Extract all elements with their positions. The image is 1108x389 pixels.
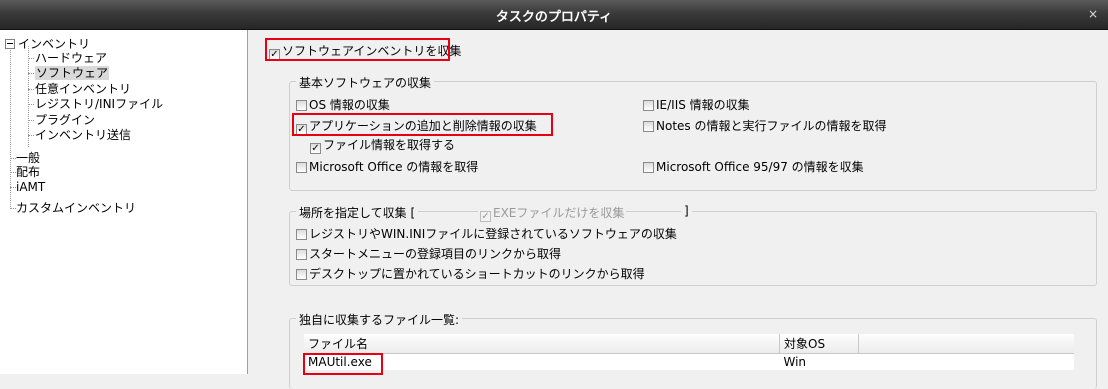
collapse-icon[interactable] <box>5 39 15 49</box>
checkbox-icon[interactable] <box>296 229 307 240</box>
column-header-target-os[interactable]: 対象OS <box>779 334 859 354</box>
checkbox-icon[interactable] <box>643 100 654 111</box>
software-settings-panel: ✓ ソフトウェアインベントリを収集 基本ソフトウェアの収集 OS 情報の収集 IE… <box>248 30 1108 389</box>
file-name-cell: MAUtil.exe <box>308 355 372 369</box>
file-info-label: ファイル情報を取得する <box>323 138 456 152</box>
tree-item-distribution[interactable]: 配布 <box>16 165 40 179</box>
app-addremove-label: アプリケーションの追加と削除情報の収集 <box>309 119 537 133</box>
start-menu-label: スタートメニューの登録項目のリンクから取得 <box>309 247 562 261</box>
collect-software-label: ソフトウェアインベントリを収集 <box>282 44 462 58</box>
checkbox-icon[interactable] <box>296 162 307 173</box>
tree-item-custom-inventory-global[interactable]: カスタムインベントリ <box>16 201 136 215</box>
app-addremove-checkbox[interactable]: ✓ アプリケーションの追加と削除情報の収集 <box>296 117 537 135</box>
checkbox-icon[interactable] <box>643 121 654 132</box>
office-label: Microsoft Office の情報を取得 <box>309 160 479 174</box>
tree-item-plugin[interactable]: プラグイン <box>35 113 95 127</box>
tree-line <box>28 46 29 147</box>
file-info-checkbox[interactable]: ✓ ファイル情報を取得する <box>310 136 455 154</box>
checkbox-icon[interactable] <box>296 100 307 111</box>
checkbox-icon[interactable]: ✓ <box>296 124 307 135</box>
tree-item-iamt[interactable]: iAMT <box>16 180 45 194</box>
notes-checkbox[interactable]: Notes の情報と実行ファイルの情報を取得 <box>643 117 886 134</box>
location-title-bracket: ] <box>681 204 692 218</box>
office-checkbox[interactable]: Microsoft Office の情報を取得 <box>296 158 478 175</box>
checkbox-icon[interactable] <box>296 249 307 260</box>
checkbox-icon[interactable]: ✓ <box>480 211 491 222</box>
ie-iis-checkbox[interactable]: IE/IIS 情報の収集 <box>643 96 750 113</box>
tree-item-software[interactable]: ソフトウェア <box>35 66 110 80</box>
close-icon[interactable]: × <box>1088 7 1098 21</box>
file-list-table[interactable]: ファイル名 対象OS MAUtil.exe Win <box>304 334 1074 370</box>
location-title: 場所を指定して収集 [ <box>296 204 419 221</box>
tree-item-inventory[interactable]: インベントリ <box>18 37 90 51</box>
filler-cell <box>859 354 1075 371</box>
tree-item-registry-ini[interactable]: レジストリ/INIファイル <box>35 97 163 111</box>
file-list-title: 独自に収集するファイル一覧: <box>296 311 463 328</box>
category-tree: インベントリ ハードウェア ソフトウェア 任意インベントリ レジストリ/INIフ… <box>0 30 248 374</box>
collect-software-checkbox[interactable]: ✓ ソフトウェアインベントリを収集 <box>269 42 461 60</box>
checkbox-icon[interactable]: ✓ <box>310 143 321 154</box>
exe-only-label: EXEファイルだけを収集 <box>493 206 625 220</box>
checkbox-icon[interactable] <box>643 162 654 173</box>
exe-only-checkbox[interactable]: ✓ EXEファイルだけを収集 <box>478 204 627 222</box>
table-row[interactable]: MAUtil.exe Win <box>304 354 1074 371</box>
target-os-cell: Win <box>783 355 807 369</box>
tree-line <box>10 44 11 209</box>
column-header-filler <box>858 334 1074 354</box>
desktop-checkbox[interactable]: デスクトップに置かれているショートカットのリンクから取得 <box>296 265 645 282</box>
notes-label: Notes の情報と実行ファイルの情報を取得 <box>656 119 887 133</box>
checkbox-icon[interactable]: ✓ <box>269 49 280 60</box>
desktop-label: デスクトップに置かれているショートカットのリンクから取得 <box>309 267 645 281</box>
office9597-checkbox[interactable]: Microsoft Office 95/97 の情報を収集 <box>643 158 864 175</box>
tree-item-hardware[interactable]: ハードウェア <box>35 51 107 65</box>
office9597-label: Microsoft Office 95/97 の情報を収集 <box>656 160 864 174</box>
column-header-filename[interactable]: ファイル名 <box>304 334 780 354</box>
checkbox-icon[interactable] <box>296 269 307 280</box>
os-info-label: OS 情報の収集 <box>309 98 390 112</box>
tree-item-custom-inventory[interactable]: 任意インベントリ <box>35 82 131 96</box>
ie-iis-label: IE/IIS 情報の収集 <box>656 98 750 112</box>
table-header-row: ファイル名 対象OS <box>304 334 1074 354</box>
registry-win-ini-label: レジストリやWIN.INIファイルに登録されているソフトウェアの収集 <box>309 227 677 241</box>
title-bar: タスクのプロパティ × <box>0 0 1108 30</box>
basic-software-title: 基本ソフトウェアの収集 <box>296 74 435 91</box>
registry-win-ini-checkbox[interactable]: レジストリやWIN.INIファイルに登録されているソフトウェアの収集 <box>296 225 677 242</box>
window-title: タスクのプロパティ <box>495 10 613 25</box>
tree-item-general[interactable]: 一般 <box>16 151 40 165</box>
start-menu-checkbox[interactable]: スタートメニューの登録項目のリンクから取得 <box>296 245 561 262</box>
os-info-checkbox[interactable]: OS 情報の収集 <box>296 96 390 113</box>
tree-item-inventory-send[interactable]: インベントリ送信 <box>35 128 131 142</box>
